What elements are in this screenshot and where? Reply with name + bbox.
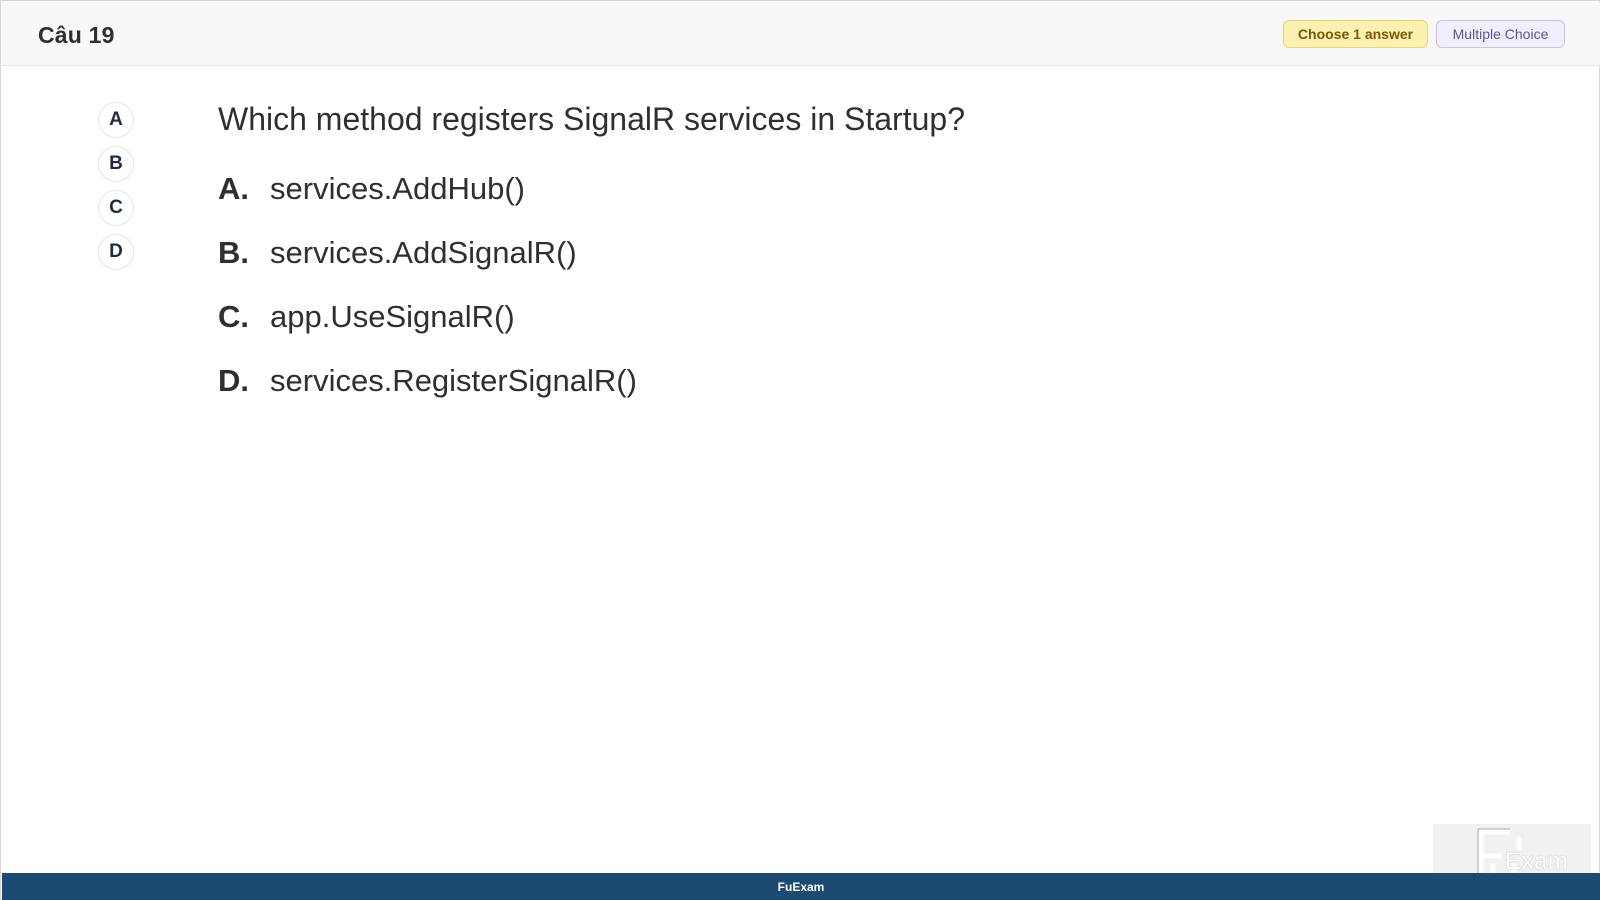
exam-frame: Câu 19 Choose 1 answer Multiple Choice A… xyxy=(0,0,1600,900)
option-text: app.UseSignalR() xyxy=(270,299,515,334)
question-text: Which method registers SignalR services … xyxy=(218,101,965,137)
option-text: services.AddHub() xyxy=(270,171,525,206)
option-a[interactable]: A. services.AddHub() xyxy=(218,169,637,209)
question-number: Câu 19 xyxy=(38,22,115,48)
option-c[interactable]: C. app.UseSignalR() xyxy=(218,297,637,337)
option-text: services.AddSignalR() xyxy=(270,235,577,270)
option-list: A. services.AddHub() B. services.AddSign… xyxy=(218,169,637,425)
option-letter: A. xyxy=(218,171,249,206)
watermark-text: Exam xyxy=(1505,848,1569,875)
option-letter: C. xyxy=(218,299,249,334)
option-letter: D. xyxy=(218,363,249,398)
answer-button-a[interactable]: A xyxy=(98,102,134,138)
answer-selector: A B C D xyxy=(98,102,134,278)
answer-button-d[interactable]: D xyxy=(98,234,134,270)
answer-button-c[interactable]: C xyxy=(98,190,134,226)
option-d[interactable]: D. services.RegisterSignalR() xyxy=(218,361,637,401)
question-type-badge: Multiple Choice xyxy=(1436,20,1565,48)
option-letter: B. xyxy=(218,235,249,270)
footer-brand: FuExam xyxy=(777,879,825,894)
footer-bar: FuExam xyxy=(2,873,1600,900)
option-b[interactable]: B. services.AddSignalR() xyxy=(218,233,637,273)
answer-button-b[interactable]: B xyxy=(98,146,134,182)
option-text: services.RegisterSignalR() xyxy=(270,363,637,398)
choose-count-badge: Choose 1 answer xyxy=(1283,20,1428,48)
question-header: Câu 19 Choose 1 answer Multiple Choice xyxy=(2,2,1600,66)
